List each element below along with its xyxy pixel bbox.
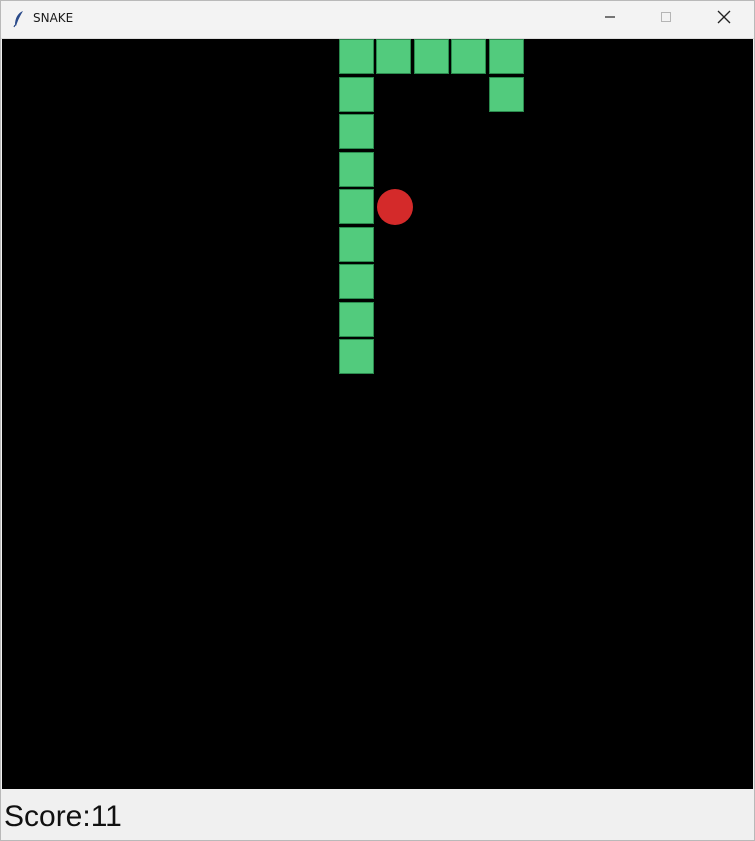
maximize-button[interactable] <box>638 1 694 37</box>
status-bar: Score:11 <box>1 790 754 840</box>
snake-segment <box>338 151 374 187</box>
minimize-icon <box>604 10 616 28</box>
snake-segment <box>338 226 374 262</box>
snake-segment <box>338 76 374 112</box>
snake-segment <box>338 301 374 337</box>
snake-segment <box>488 76 524 112</box>
window-title: SNAKE <box>33 11 74 25</box>
snake-segment <box>338 264 374 299</box>
score-label: Score:11 <box>4 800 122 833</box>
snake-segment <box>451 39 486 74</box>
food-apple <box>377 189 413 225</box>
game-window: SNAKE Score:11 <box>0 0 755 841</box>
close-icon <box>717 10 731 29</box>
minimize-button[interactable] <box>582 1 638 37</box>
snake-segment <box>338 189 374 224</box>
snake-segment <box>338 114 374 149</box>
maximize-icon <box>660 10 672 28</box>
feather-icon <box>13 10 25 28</box>
snake-segment <box>413 39 449 74</box>
snake-segment <box>376 39 411 74</box>
title-bar[interactable]: SNAKE <box>1 1 754 39</box>
snake-segment <box>488 39 524 74</box>
game-canvas[interactable] <box>2 39 753 789</box>
snake-segment-head <box>338 39 374 74</box>
close-button[interactable] <box>696 1 752 37</box>
snake-segment <box>338 339 374 374</box>
